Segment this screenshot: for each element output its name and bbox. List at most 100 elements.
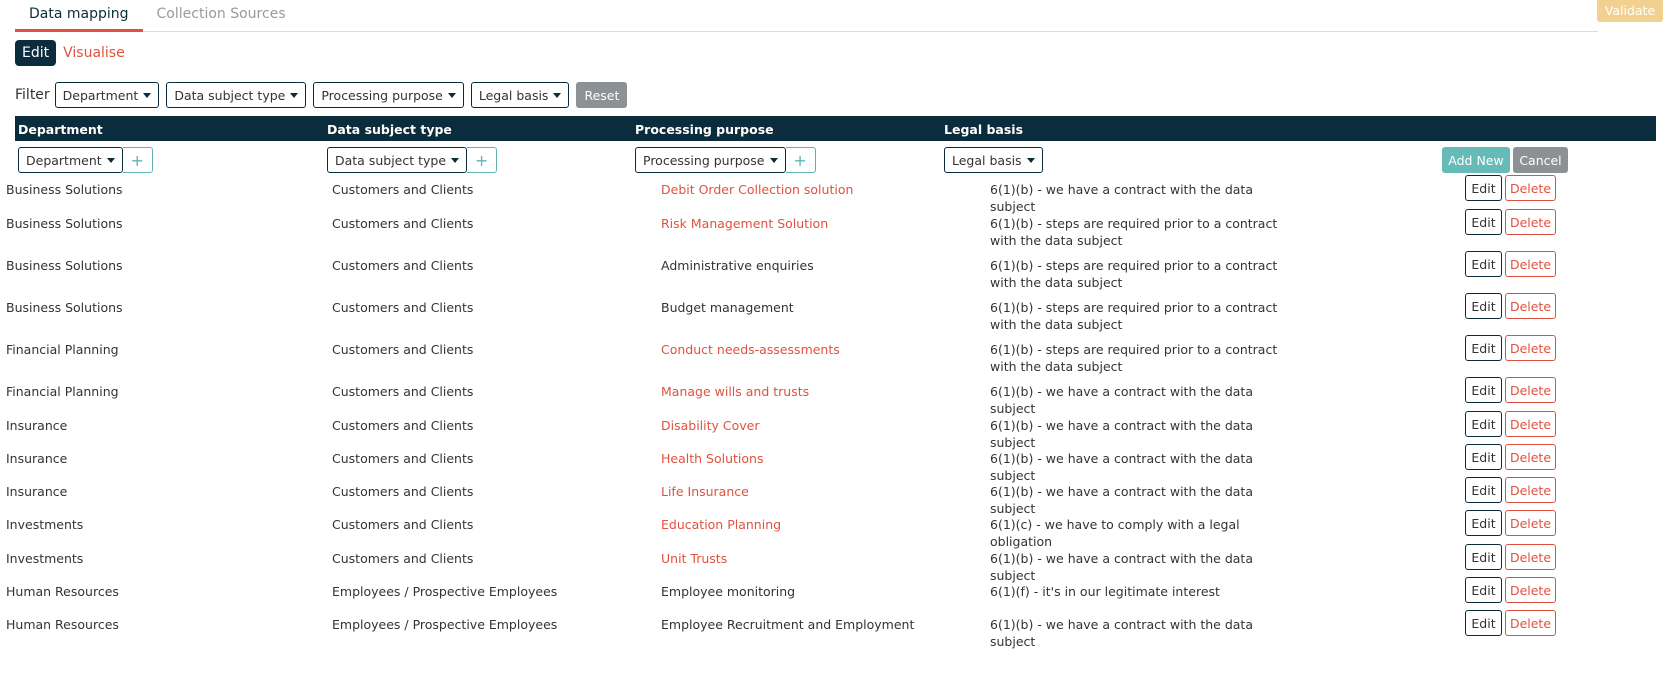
- row-edit-button[interactable]: Edit: [1465, 510, 1502, 536]
- purpose-link[interactable]: Education Planning: [661, 516, 781, 533]
- row-delete-button[interactable]: Delete: [1505, 510, 1556, 536]
- cell-subject-type: Customers and Clients: [332, 451, 474, 466]
- table-row: Business Solutions Customers and Clients B…: [3, 293, 1644, 341]
- row-edit-button[interactable]: Edit: [1465, 335, 1502, 361]
- legal-basis-select[interactable]: Legal basis: [944, 147, 1043, 173]
- row-edit-button[interactable]: Edit: [1465, 477, 1502, 503]
- department-select[interactable]: Department: [18, 147, 123, 173]
- filter-purpose-dropdown[interactable]: Processing purpose: [313, 82, 464, 108]
- cell-legal-basis: 6(1)(b) - steps are required prior to a …: [990, 342, 1278, 374]
- cell-legal-basis: 6(1)(b) - we have a contract with the da…: [990, 418, 1253, 450]
- add-department-plus-icon[interactable]: +: [122, 147, 153, 173]
- cell-purpose: Employee monitoring: [661, 584, 796, 599]
- row-delete-button[interactable]: Delete: [1505, 175, 1556, 201]
- purpose-select[interactable]: Processing purpose: [635, 147, 786, 173]
- add-purpose-plus-icon[interactable]: +: [785, 147, 816, 173]
- header-department: Department: [18, 122, 103, 137]
- row-delete-button[interactable]: Delete: [1505, 610, 1556, 636]
- row-delete-button[interactable]: Delete: [1505, 444, 1556, 470]
- filter-department-dropdown[interactable]: Department: [54, 82, 160, 108]
- cell-subject-type: Customers and Clients: [332, 418, 474, 433]
- add-subject-type-plus-icon[interactable]: +: [467, 147, 498, 173]
- cell-department: Business Solutions: [6, 216, 123, 231]
- row-edit-button[interactable]: Edit: [1465, 544, 1502, 570]
- legal-basis-select-group: Legal basis: [944, 147, 1050, 173]
- purpose-link[interactable]: Risk Management Solution: [661, 215, 828, 232]
- row-edit-button[interactable]: Edit: [1465, 251, 1502, 277]
- row-edit-button[interactable]: Edit: [1465, 444, 1502, 470]
- validate-button[interactable]: Validate: [1597, 0, 1663, 22]
- purpose-link[interactable]: Life Insurance: [661, 483, 749, 500]
- row-delete-button[interactable]: Delete: [1505, 477, 1556, 503]
- filter-label: Filter: [15, 87, 50, 103]
- row-edit-button[interactable]: Edit: [1465, 209, 1502, 235]
- filter-bar: Filter Department Data subject type Proc…: [15, 82, 628, 108]
- row-delete-button[interactable]: Delete: [1505, 209, 1556, 235]
- purpose-link[interactable]: Unit Trusts: [661, 550, 727, 567]
- cell-department: Human Resources: [6, 584, 119, 599]
- caret-down-icon: [447, 92, 456, 98]
- cell-subject-type: Customers and Clients: [332, 182, 474, 197]
- row-delete-button[interactable]: Delete: [1505, 251, 1556, 277]
- purpose-link[interactable]: Disability Cover: [661, 417, 760, 434]
- tab-collection-sources[interactable]: Collection Sources: [143, 0, 300, 31]
- table-body: Business Solutions Customers and Clients D…: [6, 175, 1656, 649]
- row-edit-button[interactable]: Edit: [1465, 577, 1502, 603]
- cell-department: Business Solutions: [6, 182, 123, 197]
- caret-down-icon: [769, 157, 778, 163]
- cell-purpose: Budget management: [661, 300, 794, 315]
- purpose-link[interactable]: Manage wills and trusts: [661, 383, 809, 400]
- row-edit-button[interactable]: Edit: [1465, 610, 1502, 636]
- visualise-link[interactable]: Visualise: [63, 45, 125, 61]
- add-new-button[interactable]: Add New: [1442, 147, 1510, 173]
- cell-subject-type: Employees / Prospective Employees: [332, 617, 558, 632]
- caret-down-icon: [1026, 157, 1035, 163]
- header-purpose: Processing purpose: [635, 122, 774, 137]
- cell-department: Human Resources: [6, 617, 119, 632]
- cell-legal-basis: 6(1)(b) - we have a contract with the da…: [990, 182, 1253, 214]
- cell-subject-type: Customers and Clients: [332, 384, 474, 399]
- caret-down-icon: [106, 157, 115, 163]
- cell-legal-basis: 6(1)(f) - it's in our legitimate interes…: [990, 584, 1220, 599]
- row-delete-button[interactable]: Delete: [1505, 293, 1556, 319]
- row-edit-button[interactable]: Edit: [1465, 411, 1502, 437]
- edit-mode-button[interactable]: Edit: [15, 40, 57, 66]
- row-delete-button[interactable]: Delete: [1505, 544, 1556, 570]
- row-delete-button[interactable]: Delete: [1505, 377, 1556, 403]
- cell-legal-basis: 6(1)(b) - we have a contract with the da…: [990, 451, 1253, 483]
- cell-subject-type: Customers and Clients: [332, 258, 474, 273]
- row-delete-button[interactable]: Delete: [1505, 335, 1556, 361]
- row-delete-button[interactable]: Delete: [1505, 577, 1556, 603]
- filter-subject-type-dropdown[interactable]: Data subject type: [166, 82, 307, 108]
- cell-subject-type: Customers and Clients: [332, 300, 474, 315]
- department-select-group: Department +: [18, 147, 153, 173]
- cell-subject-type: Customers and Clients: [332, 216, 474, 231]
- cell-subject-type: Employees / Prospective Employees: [332, 584, 558, 599]
- purpose-link[interactable]: Debit Order Collection solution: [661, 181, 853, 198]
- table-row: Insurance Customers and Clients Health Sol…: [3, 444, 1644, 483]
- purpose-link[interactable]: Conduct needs-assessments: [661, 341, 840, 358]
- row-edit-button[interactable]: Edit: [1465, 293, 1502, 319]
- table-row: Financial Planning Customers and Clients M…: [3, 377, 1644, 417]
- cell-legal-basis: 6(1)(b) - we have a contract with the da…: [990, 551, 1253, 583]
- purpose-link[interactable]: Health Solutions: [661, 450, 763, 467]
- table-row: Insurance Customers and Clients Disability…: [3, 411, 1644, 450]
- cancel-button[interactable]: Cancel: [1513, 147, 1568, 173]
- filter-legal-basis-dropdown[interactable]: Legal basis: [470, 82, 570, 108]
- row-delete-button[interactable]: Delete: [1505, 411, 1556, 437]
- caret-down-icon: [143, 92, 152, 98]
- row-edit-button[interactable]: Edit: [1465, 175, 1502, 201]
- cell-purpose: Employee Recruitment and Employment: [661, 617, 915, 632]
- cell-department: Insurance: [6, 418, 68, 433]
- subject-type-select[interactable]: Data subject type: [327, 147, 468, 173]
- cell-legal-basis: 6(1)(b) - we have a contract with the da…: [990, 384, 1253, 416]
- table-row: Investments Customers and Clients Unit Tru…: [3, 544, 1644, 583]
- tab-data-mapping[interactable]: Data mapping: [15, 0, 143, 32]
- row-edit-button[interactable]: Edit: [1465, 377, 1502, 403]
- cell-legal-basis: 6(1)(b) - we have a contract with the da…: [990, 617, 1253, 649]
- reset-button[interactable]: Reset: [576, 82, 628, 108]
- cell-legal-basis: 6(1)(b) - steps are required prior to a …: [990, 216, 1278, 248]
- mode-toggle: Edit Visualise: [15, 40, 125, 66]
- cell-legal-basis: 6(1)(b) - steps are required prior to a …: [990, 258, 1278, 290]
- caret-down-icon: [553, 92, 562, 98]
